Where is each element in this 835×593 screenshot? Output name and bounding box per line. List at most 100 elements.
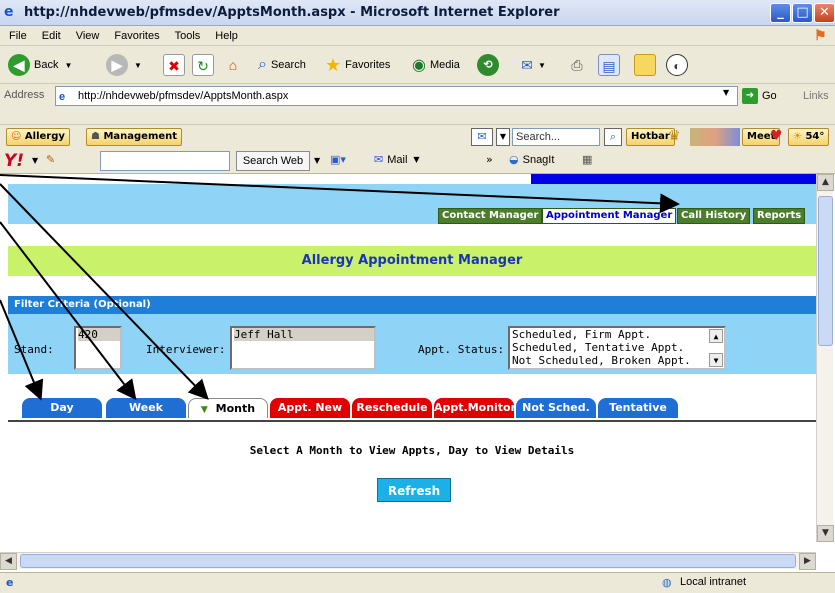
- page-icon: e: [59, 91, 66, 103]
- interviewer-label: Interviewer:: [146, 343, 226, 356]
- mail-button[interactable]: ✉ ▼: [516, 52, 546, 78]
- menu-help[interactable]: Help: [215, 30, 238, 42]
- yahoo-search-input[interactable]: [100, 151, 230, 171]
- home-icon: ⌂: [228, 57, 238, 73]
- search-web-button[interactable]: Search Web: [236, 151, 310, 171]
- filter-heading: Filter Criteria (Optional): [8, 296, 816, 314]
- tab-day[interactable]: Day: [22, 398, 102, 418]
- chevron-down-icon: ▼: [538, 60, 546, 70]
- allergy-link[interactable]: ☺ Allergy: [6, 128, 70, 146]
- horizontal-scroll-thumb[interactable]: [20, 554, 796, 568]
- tab-appt-new[interactable]: Appt. New: [270, 398, 350, 418]
- heart-icon: ♥: [770, 128, 783, 144]
- status-option-tentative[interactable]: Scheduled, Tentative Appt.: [512, 341, 706, 354]
- stop-icon: ✖: [163, 54, 185, 76]
- interviewer-option[interactable]: Jeff Hall: [234, 328, 374, 341]
- tab-appt-monitor[interactable]: Appt.Monitor: [434, 398, 516, 418]
- messenger-icon: ◐: [666, 54, 688, 76]
- edit-button[interactable]: ▤: [598, 52, 620, 78]
- links-label[interactable]: Links: [803, 90, 829, 102]
- scroll-up-icon[interactable]: ▲: [709, 329, 723, 343]
- refresh-browser-button[interactable]: ↻: [192, 52, 214, 78]
- management-link[interactable]: ☗ Management: [86, 128, 183, 146]
- menu-favorites[interactable]: Favorites: [114, 30, 159, 42]
- tab-reschedule[interactable]: Reschedule: [352, 398, 432, 418]
- media-button[interactable]: ◉ Media: [412, 52, 460, 78]
- yahoo-tools-icon[interactable]: ▣▾: [330, 153, 346, 166]
- scroll-down-icon[interactable]: ▼: [709, 353, 723, 367]
- tab-underline: [8, 420, 816, 422]
- stand-option[interactable]: 420: [78, 328, 120, 341]
- nav-call-history[interactable]: Call History: [677, 208, 751, 224]
- tab-not-sched[interactable]: Not Sched.: [516, 398, 596, 418]
- address-dropdown-icon[interactable]: ▼: [723, 88, 729, 97]
- edit-icon: ▤: [598, 54, 620, 76]
- page-title: Allergy Appointment Manager: [8, 246, 816, 276]
- minimize-button[interactable]: _: [770, 3, 791, 23]
- go-button[interactable]: ➜ Go: [742, 86, 777, 106]
- star-icon: ★: [325, 54, 342, 75]
- tab-month[interactable]: ▼ Month: [188, 398, 268, 418]
- address-label: Address: [4, 89, 45, 101]
- nav-reports[interactable]: Reports: [753, 208, 806, 224]
- tab-tentative[interactable]: Tentative: [598, 398, 678, 418]
- active-tab-triangle-icon: ▼: [200, 405, 208, 415]
- back-button[interactable]: ◀ Back ▼: [8, 52, 72, 78]
- status-option-firm[interactable]: Scheduled, Firm Appt.: [512, 328, 706, 341]
- snagit-window-icon[interactable]: ▦: [582, 153, 592, 166]
- stand-listbox[interactable]: 420: [74, 326, 122, 370]
- toolbar-search-icon[interactable]: ⌕: [604, 128, 622, 146]
- address-field[interactable]: e http://nhdevweb/pfmsdev/ApptsMonth.asp…: [55, 86, 738, 106]
- menu-tools[interactable]: Tools: [175, 30, 201, 42]
- maximize-button[interactable]: □: [792, 3, 813, 23]
- media-icon: ◉: [412, 57, 426, 74]
- history-button[interactable]: ⟲: [477, 52, 499, 78]
- print-button[interactable]: ⎙: [566, 52, 588, 78]
- nav-contact-manager[interactable]: Contact Manager: [438, 208, 543, 224]
- folder-button[interactable]: [634, 52, 656, 78]
- search-dropdown-icon[interactable]: ▼: [496, 128, 510, 146]
- menu-edit[interactable]: Edit: [42, 30, 61, 42]
- close-button[interactable]: ✕: [814, 3, 835, 23]
- yahoo-mail-button[interactable]: ✉ Mail ▼: [374, 153, 420, 166]
- vertical-scrollbar[interactable]: ▲ ▼: [816, 174, 834, 542]
- more-chevron-icon[interactable]: »: [486, 153, 493, 166]
- menu-bar: File Edit View Favorites Tools Help ⚑: [0, 26, 835, 46]
- menu-file[interactable]: File: [9, 30, 27, 42]
- status-option-broken[interactable]: Not Scheduled, Broken Appt.: [512, 354, 706, 367]
- people-icon: [690, 128, 740, 146]
- favorites-button[interactable]: ★ Favorites: [325, 52, 390, 78]
- vertical-scroll-thumb[interactable]: [818, 196, 833, 346]
- back-arrow-icon: ◀: [8, 54, 30, 76]
- chevron-down-icon[interactable]: ▼: [32, 156, 38, 165]
- title-bar: e http://nhdevweb/pfmsdev/ApptsMonth.asp…: [0, 0, 835, 26]
- messenger-button[interactable]: ◐: [666, 52, 688, 78]
- refresh-icon: ↻: [192, 54, 214, 76]
- page-status-icon: e: [6, 576, 14, 589]
- scroll-right-icon[interactable]: ▶: [799, 553, 816, 570]
- scroll-up-icon[interactable]: ▲: [817, 174, 834, 191]
- toolbar-search-input[interactable]: Search...: [512, 128, 600, 146]
- chevron-down-icon[interactable]: ▼: [314, 156, 320, 165]
- yahoo-logo-icon[interactable]: Y!: [4, 151, 24, 171]
- refresh-button[interactable]: Refresh: [377, 478, 451, 502]
- horizontal-scrollbar[interactable]: ◀ ▶: [0, 552, 816, 570]
- stand-label: Stand:: [14, 343, 54, 356]
- menu-view[interactable]: View: [76, 30, 100, 42]
- nav-appointment-manager[interactable]: Appointment Manager: [542, 208, 677, 224]
- scroll-down-icon[interactable]: ▼: [817, 525, 834, 542]
- weather-button[interactable]: ☀ 54°: [788, 128, 830, 146]
- mail-toolbar-icon[interactable]: ✉: [471, 128, 493, 146]
- status-listbox[interactable]: Scheduled, Firm Appt. Scheduled, Tentati…: [508, 326, 726, 370]
- scroll-left-icon[interactable]: ◀: [0, 553, 17, 570]
- print-icon: ⎙: [571, 57, 583, 73]
- pencil-icon[interactable]: ✎: [46, 153, 55, 166]
- snagit-button[interactable]: ◒ SnagIt: [509, 153, 554, 166]
- home-button[interactable]: ⌂: [222, 52, 244, 78]
- interviewer-listbox[interactable]: Jeff Hall: [230, 326, 376, 370]
- search-button[interactable]: ⌕ Search: [258, 52, 306, 78]
- forward-button[interactable]: ▶ ▼: [106, 52, 142, 78]
- stop-button[interactable]: ✖: [163, 52, 185, 78]
- tab-week[interactable]: Week: [106, 398, 186, 418]
- security-zone: Local intranet: [680, 576, 747, 588]
